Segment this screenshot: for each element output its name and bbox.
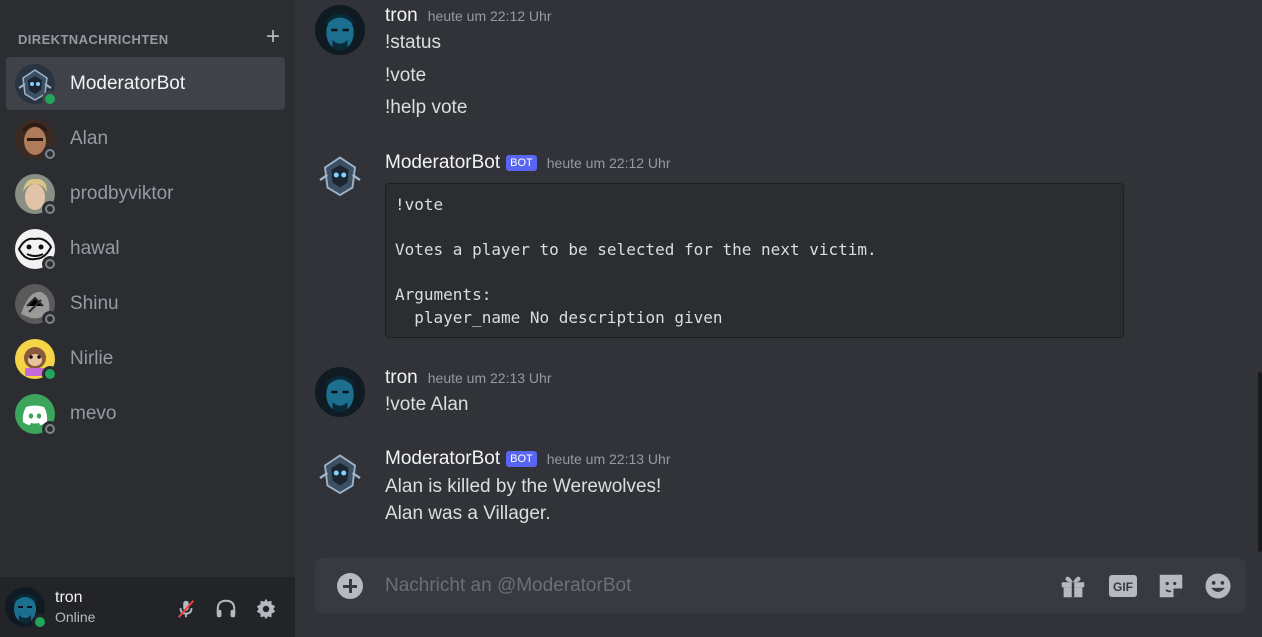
dm-item-shinu[interactable]: Shinu	[6, 277, 285, 330]
dm-list: ModeratorBot Alan prodbyviktor hawal Shi…	[6, 57, 285, 442]
gif-icon[interactable]: GIF	[1108, 571, 1138, 601]
avatar	[15, 338, 58, 382]
message-content: tron heute um 22:12 Uhr	[385, 5, 552, 27]
avatar[interactable]	[315, 5, 365, 55]
dm-section-header: DIREKTNACHRICHTEN +	[18, 25, 283, 49]
status-online-indicator	[42, 90, 58, 107]
gif-label: GIF	[1113, 580, 1133, 594]
emoji-icon[interactable]	[1203, 571, 1233, 601]
user-info: tron Online	[55, 588, 95, 626]
chat-area: tron heute um 22:12 Uhr !status !vote !h…	[295, 0, 1262, 637]
user-panel: tron Online	[0, 577, 295, 637]
dm-item-label: Alan	[70, 127, 109, 149]
add-attachment-icon[interactable]	[337, 573, 363, 599]
status-online-indicator	[42, 365, 58, 382]
status-offline-indicator	[42, 145, 58, 162]
author-name[interactable]: ModeratorBot	[385, 152, 500, 174]
status-offline-indicator	[42, 200, 58, 217]
message-content: ModeratorBot BOT heute um 22:13 Uhr	[385, 448, 671, 470]
message-text: !status	[385, 32, 441, 53]
bot-badge: BOT	[506, 155, 537, 171]
avatar[interactable]	[315, 367, 365, 417]
message-input[interactable]	[385, 573, 1045, 599]
message-content: tron heute um 22:13 Uhr	[385, 367, 552, 389]
timestamp: heute um 22:13 Uhr	[546, 451, 671, 467]
dm-section-title: DIREKTNACHRICHTEN	[18, 31, 169, 47]
message-composer: GIF	[315, 558, 1246, 613]
avatar	[15, 393, 58, 437]
message-header: ModeratorBot BOT heute um 22:13 Uhr	[385, 448, 671, 470]
dm-item-label: Shinu	[70, 292, 119, 314]
timestamp: heute um 22:12 Uhr	[427, 8, 552, 24]
message-text: Alan was a Villager.	[385, 503, 551, 524]
dm-item-label: Nirlie	[70, 347, 114, 369]
message-content: ModeratorBot BOT heute um 22:12 Uhr	[385, 152, 671, 174]
dm-item-hawal[interactable]: hawal	[6, 222, 285, 275]
avatar	[15, 118, 58, 162]
dm-item-label: prodbyviktor	[70, 182, 174, 204]
author-name[interactable]: tron	[385, 367, 418, 389]
dm-item-nirlie[interactable]: Nirlie	[6, 332, 285, 385]
chat-scrollbar[interactable]	[1256, 0, 1262, 555]
dm-item-moderatorbot[interactable]: ModeratorBot	[6, 57, 285, 110]
avatar	[15, 173, 58, 217]
dm-item-label: hawal	[70, 237, 120, 259]
user-status: Online	[55, 609, 96, 625]
avatar	[15, 63, 58, 107]
status-offline-indicator	[42, 310, 58, 327]
plus-icon[interactable]: +	[263, 25, 283, 49]
status-offline-indicator	[42, 420, 58, 437]
avatar	[15, 228, 58, 272]
code-block: !vote Votes a player to be selected for …	[385, 183, 1124, 338]
avatar[interactable]	[315, 448, 365, 498]
dm-item-mevo[interactable]: mevo	[6, 387, 285, 440]
settings-gear-icon[interactable]	[254, 597, 278, 621]
dm-item-alan[interactable]: Alan	[6, 112, 285, 165]
dm-sidebar: DIREKTNACHRICHTEN + ModeratorBot Alan pr…	[0, 0, 295, 637]
message-header: tron heute um 22:13 Uhr	[385, 367, 552, 389]
dm-item-label: mevo	[70, 402, 117, 424]
user-name: tron	[55, 589, 83, 606]
timestamp: heute um 22:12 Uhr	[546, 155, 671, 171]
status-offline-indicator	[42, 255, 58, 272]
headphones-icon[interactable]	[214, 597, 238, 621]
message-text: !vote	[385, 65, 427, 86]
message-header: tron heute um 22:12 Uhr	[385, 5, 552, 27]
avatar[interactable]	[315, 150, 365, 200]
author-name[interactable]: ModeratorBot	[385, 448, 500, 470]
message-text: !help vote	[385, 97, 468, 118]
scrollbar-thumb[interactable]	[1258, 372, 1262, 552]
author-name[interactable]: tron	[385, 5, 418, 27]
mute-microphone-icon[interactable]	[174, 597, 198, 621]
timestamp: heute um 22:13 Uhr	[427, 370, 552, 386]
avatar[interactable]	[5, 587, 48, 630]
status-online-indicator	[32, 614, 48, 630]
message-text: Alan is killed by the Werewolves!	[385, 476, 662, 497]
avatar	[15, 283, 58, 327]
dm-item-prodbyviktor[interactable]: prodbyviktor	[6, 167, 285, 220]
message-header: ModeratorBot BOT heute um 22:12 Uhr	[385, 152, 671, 174]
gift-icon[interactable]	[1058, 571, 1088, 601]
message-text: !vote Alan	[385, 394, 469, 415]
bot-badge: BOT	[506, 451, 537, 467]
dm-item-label: ModeratorBot	[70, 72, 186, 94]
sticker-icon[interactable]	[1156, 571, 1186, 601]
